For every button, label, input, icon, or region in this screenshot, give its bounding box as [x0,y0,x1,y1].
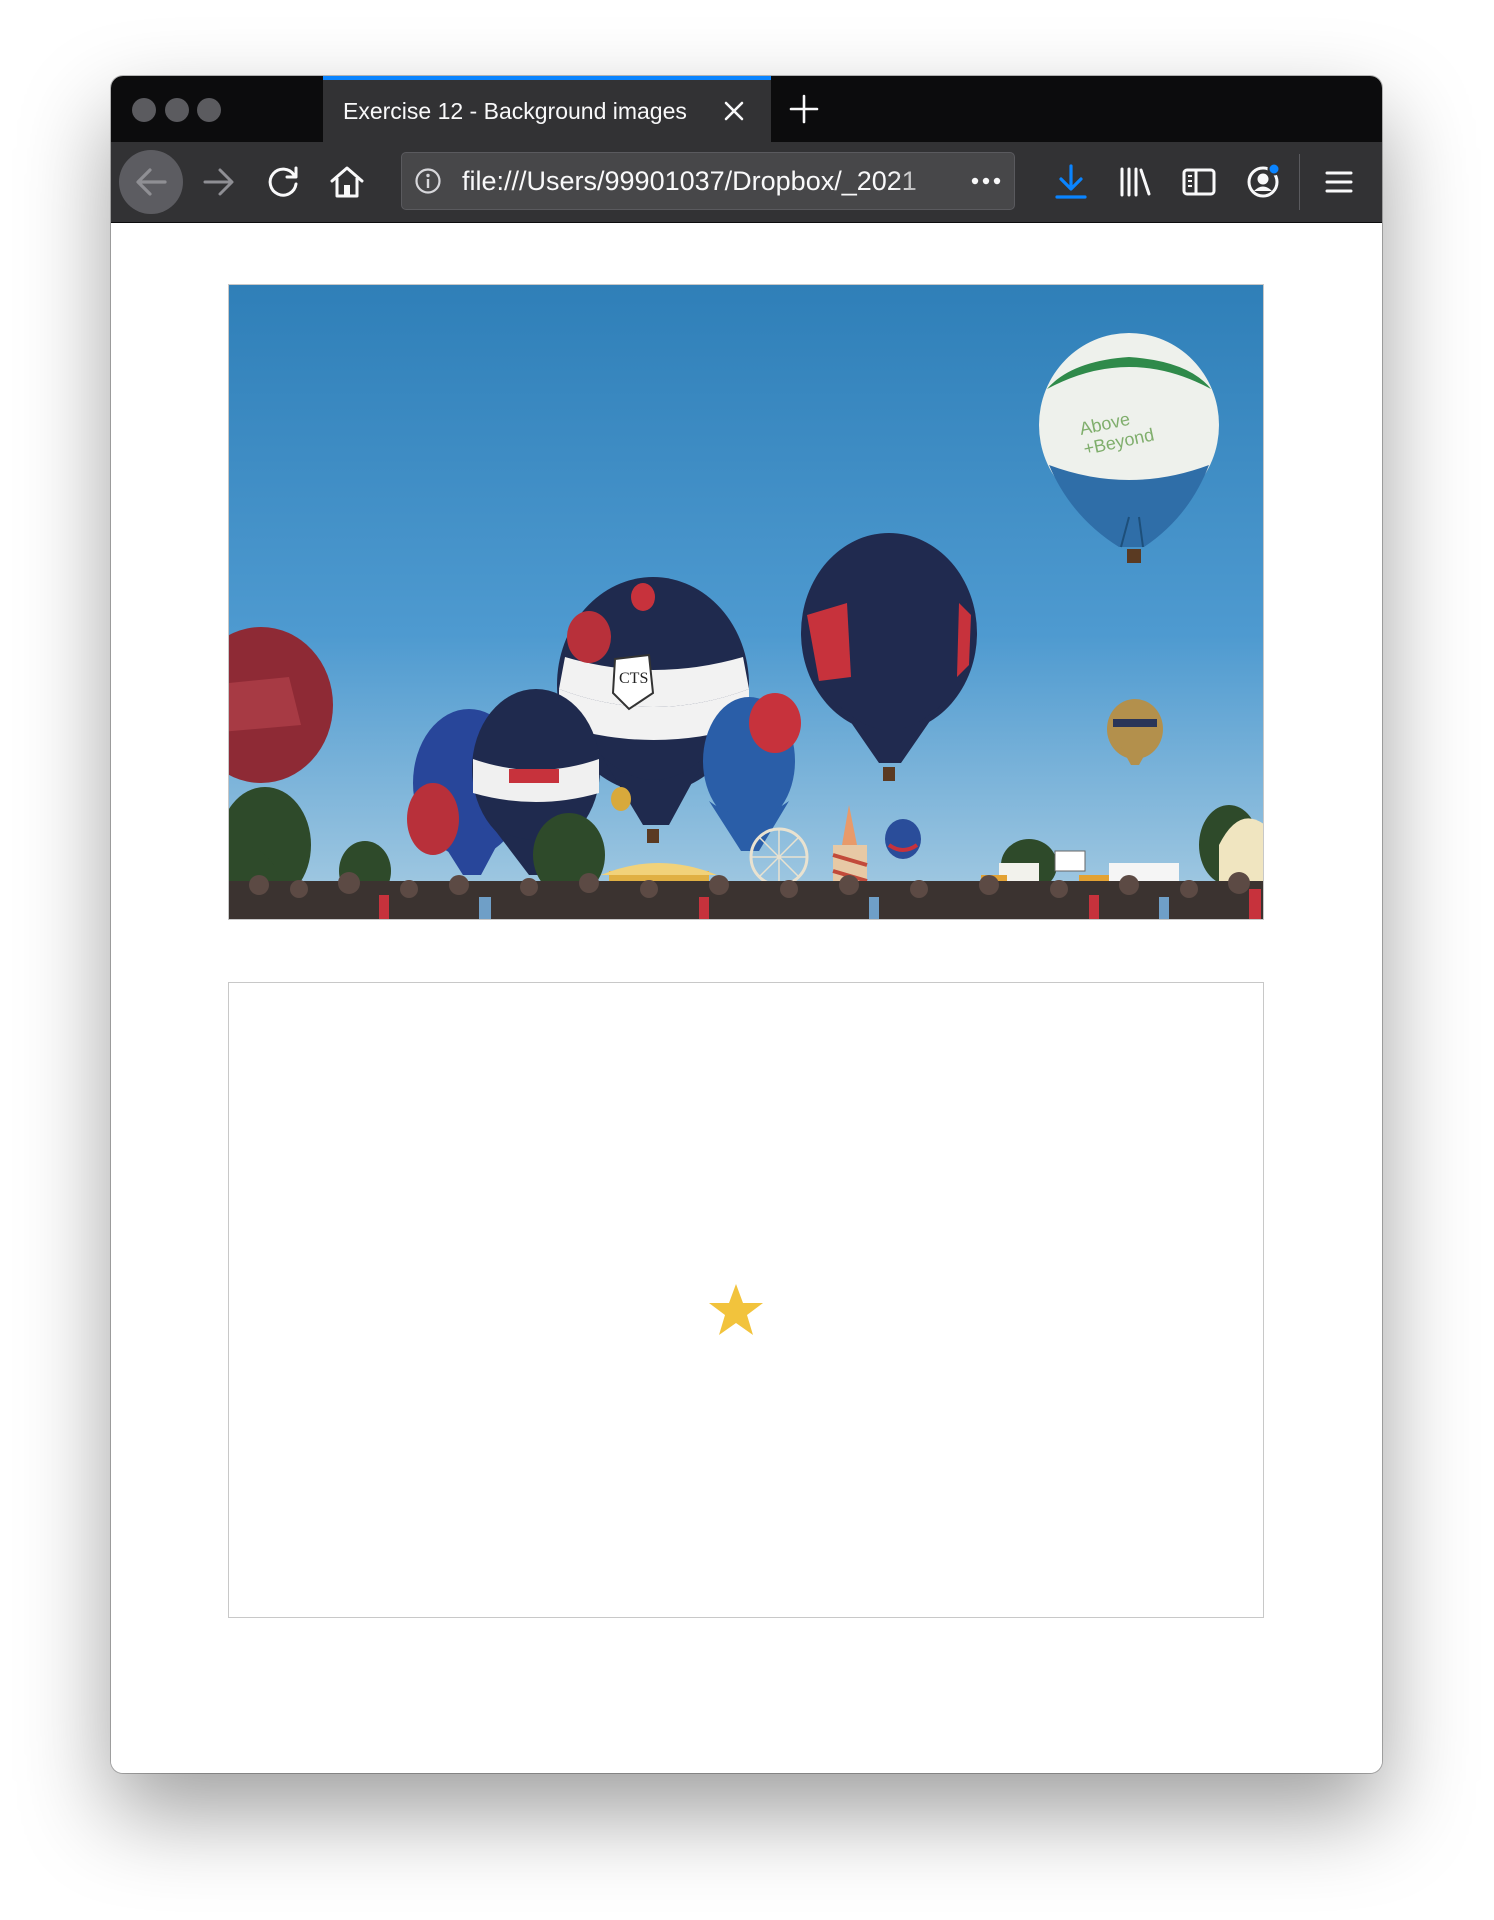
menu-button[interactable] [1317,160,1361,204]
home-button[interactable] [325,160,369,204]
star-background-box [228,982,1264,1618]
downloads-button[interactable] [1049,160,1093,204]
library-icon [1120,167,1151,197]
star-icon [707,1281,765,1339]
background-image-box: Above +Beyond CTS [228,284,1264,920]
new-tab-icon[interactable] [787,92,821,126]
info-icon[interactable] [414,167,442,195]
url-text[interactable]: file:///Users/99901037/Dropbox/_2021 [462,166,952,197]
sidebar-button[interactable] [1177,160,1221,204]
close-tab-icon[interactable] [719,96,749,126]
url-bar[interactable]: file:///Users/99901037/Dropbox/_2021 [401,152,1015,210]
account-icon [1247,162,1281,198]
sidebar-icon [1182,168,1216,196]
page-actions-icon[interactable] [966,167,1006,195]
tab-strip: Exercise 12 - Background images [111,76,1382,142]
reload-icon [268,166,298,197]
forward-button[interactable] [197,160,241,204]
tab-active[interactable]: Exercise 12 - Background images [323,76,771,142]
download-icon [1055,164,1087,199]
back-button[interactable] [119,150,183,214]
nav-toolbar: file:///Users/99901037/Dropbox/_2021 [111,142,1382,223]
home-icon [330,166,364,198]
back-arrow-icon [136,168,167,196]
tab-title: Exercise 12 - Background images [343,98,687,124]
forward-arrow-icon [203,168,234,196]
window-close-button[interactable] [132,98,156,122]
library-button[interactable] [1113,160,1157,204]
account-button[interactable] [1241,160,1285,204]
reload-button[interactable] [261,160,305,204]
page-content: Above +Beyond CTS [111,223,1382,1773]
window-minimize-button[interactable] [165,98,189,122]
window-zoom-button[interactable] [197,98,221,122]
hot-air-balloons-photo: Above +Beyond CTS [229,285,1263,919]
browser-window: Exercise 12 - Background images file:///… [111,76,1382,1773]
svg-text:CTS: CTS [619,670,648,687]
toolbar-separator [1299,154,1300,210]
menu-icon [1325,171,1353,193]
